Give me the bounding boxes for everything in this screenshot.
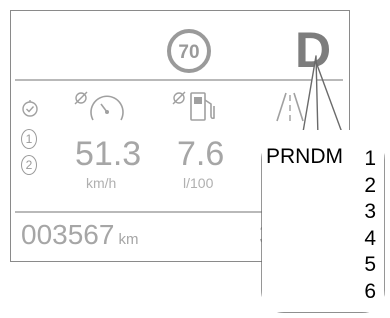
road-icon	[276, 92, 304, 122]
average-consumption-unit: l/100	[183, 175, 214, 191]
speed-limit-value: 70	[178, 42, 199, 63]
average-speed-value: 51.3	[75, 135, 142, 173]
average-consumption-value: 7.6	[177, 135, 225, 173]
gear-item: 6	[364, 279, 376, 303]
gear-mode-callout: PRNDM 1 2 3 4 5 6	[262, 130, 384, 312]
icon-row	[11, 87, 349, 127]
odometer-unit: km	[118, 231, 139, 248]
odometer: 003567 km	[21, 219, 138, 251]
gear-item: 3	[364, 200, 376, 223]
speed-limit-sign-icon: 70	[167, 29, 211, 73]
average-speed-unit: km/h	[86, 175, 117, 191]
gear-item: 5	[364, 253, 376, 276]
trip-computer-icon	[22, 100, 38, 117]
fuel-pump-icon	[172, 91, 215, 121]
divider	[15, 79, 343, 81]
gear-indicator: D	[295, 22, 331, 78]
gear-item: 2	[364, 173, 376, 197]
speedometer-icon	[74, 91, 124, 121]
divider	[15, 211, 263, 213]
gear-mode-label: PRNDM	[266, 145, 343, 168]
trip-2-badge: 2	[21, 155, 37, 175]
odometer-value: 003567	[21, 219, 115, 250]
gear-list: 1 2 3 4 5 6	[364, 146, 376, 305]
gear-item: 1	[364, 147, 376, 170]
gear-item: 4	[364, 226, 376, 250]
trip-1-badge: 1	[21, 129, 37, 149]
